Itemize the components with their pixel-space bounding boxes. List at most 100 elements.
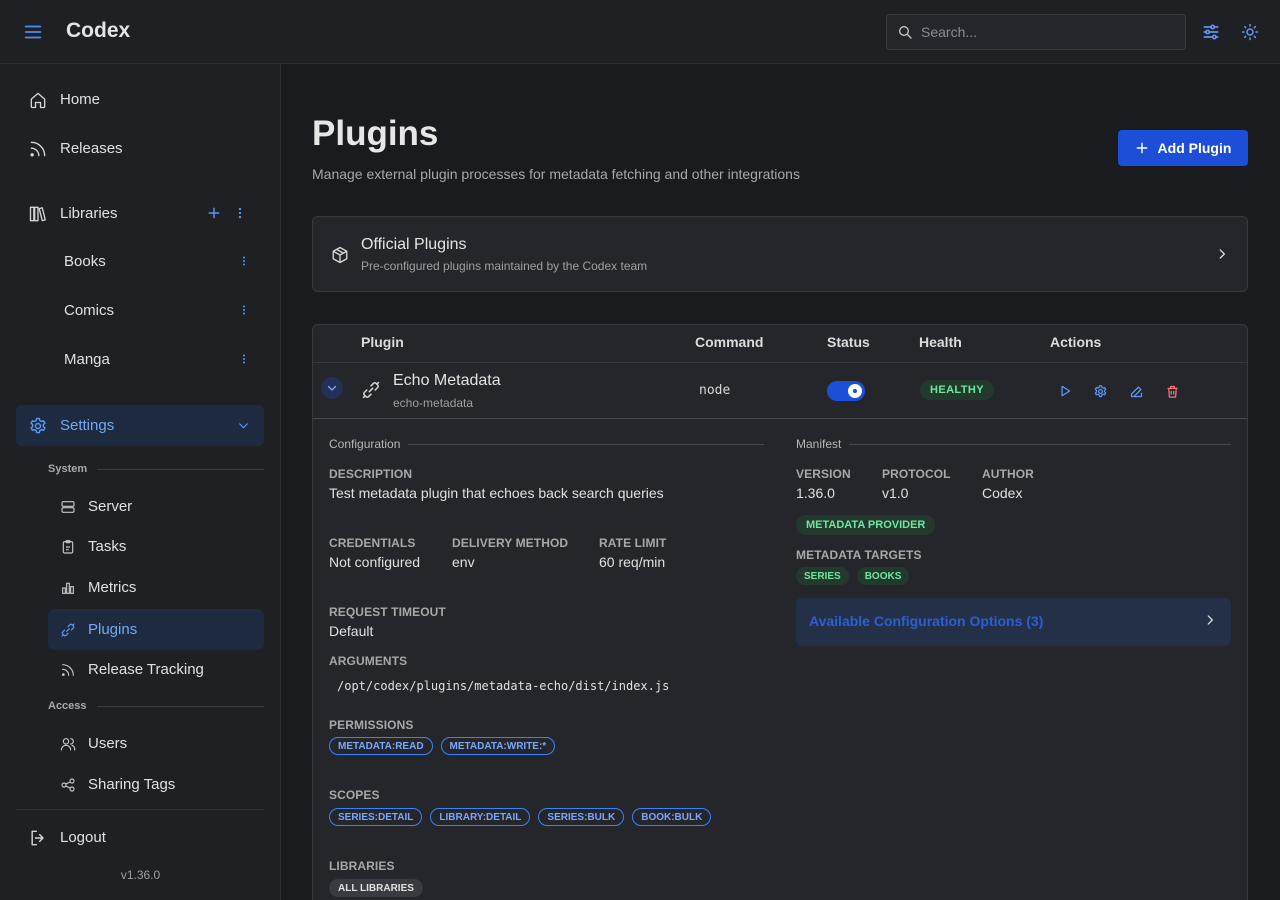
add-plugin-label: Add Plugin <box>1157 140 1232 156</box>
gear-icon <box>28 416 48 436</box>
column-header-plugin: Plugin <box>361 334 404 350</box>
nav-home[interactable]: Home <box>16 79 264 120</box>
nav-sharing-tags-label: Sharing Tags <box>88 776 176 793</box>
scopes-label: SCOPES <box>329 788 380 802</box>
libraries-more-icon[interactable] <box>233 206 247 220</box>
scope-badge: LIBRARY:DETAIL <box>430 808 531 826</box>
edit-icon[interactable] <box>1127 382 1145 400</box>
trash-icon[interactable] <box>1163 382 1181 400</box>
rss-icon <box>60 662 76 678</box>
request-timeout-label: REQUEST TIMEOUT <box>329 605 446 619</box>
app-brand[interactable]: Codex <box>66 19 130 43</box>
nav-users-label: Users <box>88 735 128 752</box>
add-plugin-button[interactable]: Add Plugin <box>1118 130 1248 166</box>
config-options-accordion[interactable]: Available Configuration Options (3) <box>796 598 1231 646</box>
libraries-badge: ALL LIBRARIES <box>329 879 423 897</box>
more-icon[interactable] <box>238 253 250 269</box>
play-icon[interactable] <box>1056 382 1074 400</box>
nav-libraries[interactable]: Libraries <box>16 193 264 234</box>
credentials-value: Not configured <box>329 554 421 570</box>
arguments-value: /opt/codex/plugins/metadata-echo/dist/in… <box>337 679 670 693</box>
arguments-label: ARGUMENTS <box>329 654 408 668</box>
plugin-slug: echo-metadata <box>393 396 474 410</box>
clipboard-icon <box>60 539 76 555</box>
library-label: Books <box>64 253 106 270</box>
capability-badge: METADATA PROVIDER <box>796 515 936 535</box>
official-plugins-subtitle: Pre-configured plugins maintained by the… <box>361 259 648 273</box>
more-icon[interactable] <box>238 302 250 318</box>
nav-users[interactable]: Users <box>48 723 264 764</box>
metadata-targets-badges: SERIES BOOKS <box>796 567 910 585</box>
search-input[interactable] <box>921 15 1179 49</box>
more-icon[interactable] <box>238 351 250 367</box>
nav-server[interactable]: Server <box>48 486 264 527</box>
nav-plugins[interactable]: Plugins <box>48 609 264 650</box>
column-header-command: Command <box>695 334 764 350</box>
library-label: Manga <box>64 351 110 368</box>
chevron-down-icon <box>237 419 250 432</box>
official-plugins-card[interactable]: Official Plugins Pre-configured plugins … <box>312 216 1248 292</box>
plugins-table: Plugin Command Status Health Actions Ech… <box>312 324 1248 900</box>
configuration-legend: Configuration <box>329 437 764 451</box>
chevron-right-icon <box>1203 613 1217 627</box>
config-options-label: Available Configuration Options (3) <box>809 613 1044 629</box>
target-badge: BOOKS <box>856 567 910 585</box>
rate-limit-label: RATE LIMIT <box>599 536 667 550</box>
row-divider <box>313 418 1247 419</box>
theme-toggle-icon[interactable] <box>1238 20 1262 44</box>
search-box[interactable] <box>886 14 1186 50</box>
expand-row-button[interactable] <box>321 377 343 399</box>
author-label: AUTHOR <box>982 467 1034 481</box>
app-version: v1.36.0 <box>120 868 161 882</box>
plugin-name: Echo Metadata <box>393 372 501 389</box>
description-label: DESCRIPTION <box>329 467 413 481</box>
section-system-label: System <box>48 463 88 475</box>
scope-badge: SERIES:BULK <box>538 808 625 826</box>
nav-metrics-label: Metrics <box>88 579 137 596</box>
page-subtitle: Manage external plugin processes for met… <box>312 166 800 182</box>
metadata-targets-label: METADATA TARGETS <box>796 548 922 562</box>
library-label: Comics <box>64 302 115 319</box>
library-item-comics[interactable]: Comics <box>48 290 264 331</box>
scope-badge: SERIES:DETAIL <box>329 808 423 826</box>
nav-releases[interactable]: Releases <box>16 128 264 169</box>
nav-release-tracking[interactable]: Release Tracking <box>48 649 264 690</box>
library-item-books[interactable]: Books <box>48 241 264 282</box>
menu-icon[interactable] <box>22 21 44 43</box>
nav-sharing-tags[interactable]: Sharing Tags <box>48 764 264 805</box>
libraries-label: LIBRARIES <box>329 859 395 873</box>
column-header-actions: Actions <box>1050 334 1102 350</box>
description-value: Test metadata plugin that echoes back se… <box>329 485 664 501</box>
gear-icon[interactable] <box>1091 382 1109 400</box>
protocol-value: v1.0 <box>882 485 909 501</box>
plug-icon <box>361 380 381 400</box>
nav-plugins-label: Plugins <box>88 621 138 638</box>
page-title: Plugins <box>312 114 439 153</box>
library-item-manga[interactable]: Manga <box>48 339 264 380</box>
nav-settings-label: Settings <box>60 417 115 434</box>
author-value: Codex <box>982 485 1023 501</box>
scopes-badges: SERIES:DETAIL LIBRARY:DETAIL SERIES:BULK… <box>329 808 712 826</box>
permission-badge: METADATA:READ <box>329 737 433 755</box>
package-icon <box>331 246 349 264</box>
credentials-label: CREDENTIALS <box>329 536 416 550</box>
nav-tasks[interactable]: Tasks <box>48 526 264 567</box>
permissions-badges: METADATA:READ METADATA:WRITE:* <box>329 737 556 755</box>
nav-server-label: Server <box>88 498 133 515</box>
users-icon <box>60 736 76 752</box>
table-header-divider <box>313 362 1247 363</box>
bar-chart-icon <box>60 580 76 596</box>
section-system: System <box>48 463 264 475</box>
section-access-label: Access <box>48 700 87 712</box>
filter-settings-icon[interactable] <box>1199 20 1223 44</box>
manifest-legend-label: Manifest <box>796 437 842 451</box>
plugin-enabled-toggle[interactable] <box>827 381 865 401</box>
configuration-legend-label: Configuration <box>329 437 401 451</box>
add-library-icon[interactable] <box>207 206 221 220</box>
nav-logout-label: Logout <box>60 829 106 846</box>
nav-metrics[interactable]: Metrics <box>48 567 264 608</box>
protocol-label: PROTOCOL <box>882 467 951 481</box>
nav-logout[interactable]: Logout <box>16 817 264 858</box>
nav-libraries-label: Libraries <box>60 205 118 222</box>
nav-settings[interactable]: Settings <box>16 405 264 446</box>
